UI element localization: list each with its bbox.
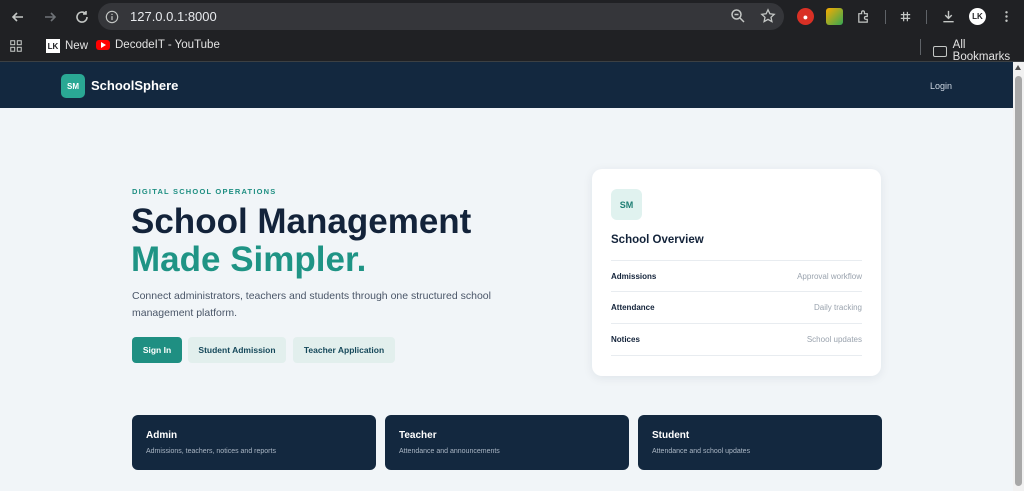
bookmarks-bar: LK New DecodeIT - YouTube All Bookmarks: [0, 33, 1024, 63]
overview-row: Attendance Daily tracking: [611, 292, 862, 324]
profile-avatar[interactable]: LK: [969, 8, 986, 25]
toolbar-divider: [926, 10, 927, 24]
all-bookmarks-label: All Bookmarks: [952, 39, 1011, 63]
teacher-application-button[interactable]: Teacher Application: [293, 337, 395, 363]
student-admission-button[interactable]: Student Admission: [188, 337, 286, 363]
logo-badge[interactable]: SM: [61, 74, 85, 98]
site-info-icon[interactable]: [104, 9, 120, 25]
all-bookmarks[interactable]: All Bookmarks: [933, 39, 1024, 63]
reload-icon[interactable]: [68, 3, 96, 31]
bookmark-label: New: [65, 40, 89, 52]
school-overview-card: SM School Overview Admissions Approval w…: [592, 169, 881, 376]
page-scrollbar[interactable]: [1013, 62, 1024, 491]
overview-row-value: School updates: [806, 335, 862, 344]
hero-title-line1: School Management: [131, 202, 472, 241]
bookmark-favicon: LK: [46, 39, 60, 53]
hero-title-line2: Made Simpler.: [131, 240, 367, 279]
role-title: Teacher: [399, 430, 437, 441]
overview-row-key: Notices: [611, 335, 640, 344]
role-title: Student: [652, 430, 690, 441]
folder-icon: [933, 45, 947, 57]
bookmark-new[interactable]: LK New: [46, 39, 88, 53]
overview-badge: SM: [611, 189, 642, 220]
role-description: Admissions, teachers, notices and report…: [146, 448, 276, 455]
role-description: Attendance and school updates: [652, 448, 751, 455]
bookmark-label: DecodeIT - YouTube: [115, 39, 220, 51]
page-viewport: SM SchoolSphere Login DIGITAL SCHOOL OPE…: [0, 62, 1013, 491]
hero-title: School Management Made Simpler.: [131, 203, 471, 279]
youtube-icon: [96, 40, 110, 50]
hero-description: Connect administrators, teachers and stu…: [132, 290, 491, 319]
brand-name[interactable]: SchoolSphere: [91, 78, 178, 93]
role-description: Attendance and announcements: [399, 448, 500, 455]
bookmarks-divider: [920, 39, 921, 55]
hero-eyebrow: DIGITAL SCHOOL OPERATIONS: [132, 187, 277, 196]
overview-row-value: Daily tracking: [813, 303, 862, 312]
login-link[interactable]: Login: [930, 81, 952, 91]
back-icon[interactable]: [4, 3, 32, 31]
overview-row-value: Approval workflow: [797, 271, 862, 281]
apps-grid-icon[interactable]: [9, 39, 23, 53]
extension-colorful-icon[interactable]: [826, 8, 843, 25]
address-bar[interactable]: 127.0.0.1:8000: [98, 3, 784, 30]
extension-red-icon[interactable]: ●: [797, 8, 814, 25]
download-icon[interactable]: [940, 8, 957, 25]
scrollbar-thumb[interactable]: [1015, 76, 1022, 486]
sign-in-button[interactable]: Sign In: [132, 337, 182, 363]
overview-title: School Overview: [611, 234, 704, 246]
role-card-admin[interactable]: Admin Admissions, teachers, notices and …: [132, 415, 376, 470]
overview-row-key: Admissions: [611, 271, 657, 281]
role-title: Admin: [146, 430, 178, 441]
site-header: SM SchoolSphere Login: [0, 62, 1013, 108]
overview-row: Notices School updates: [611, 324, 862, 356]
bookmark-star-icon[interactable]: [760, 8, 776, 29]
extensions-puzzle-icon[interactable]: [855, 8, 872, 25]
role-card-teacher[interactable]: Teacher Attendance and announcements: [385, 415, 629, 470]
overview-row-key: Attendance: [611, 303, 655, 312]
bookmark-youtube[interactable]: DecodeIT - YouTube: [96, 39, 220, 51]
url-text[interactable]: 127.0.0.1:8000: [130, 9, 217, 24]
toolbar-divider: [885, 10, 886, 24]
kebab-menu-icon[interactable]: [998, 8, 1015, 25]
overview-row: Admissions Approval workflow: [611, 260, 862, 292]
zoom-icon[interactable]: [730, 8, 746, 29]
forward-icon[interactable]: [36, 3, 64, 31]
scroll-up-arrow-icon[interactable]: [1015, 65, 1021, 70]
role-card-student[interactable]: Student Attendance and school updates: [638, 415, 882, 470]
performance-icon[interactable]: [897, 8, 914, 25]
